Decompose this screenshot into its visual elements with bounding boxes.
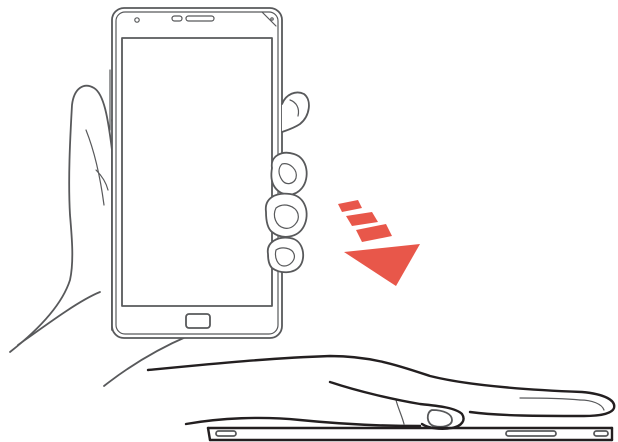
palm-underside: [184, 416, 422, 428]
arrow-stripe-3: [356, 224, 392, 242]
finger-3: [266, 236, 305, 274]
arrow-head: [344, 244, 420, 286]
knuckle-crease: [395, 399, 405, 425]
fingertip-line: [579, 399, 605, 411]
phone-front-icon: [109, 7, 283, 339]
arrow-stripe-1: [338, 200, 362, 212]
flip-arrow-icon: [338, 200, 420, 286]
arrow-stripe-2: [346, 212, 378, 226]
hand-back-outline: [146, 354, 616, 418]
finger-1: [270, 151, 308, 196]
gesture-illustration: [9, 7, 616, 442]
phone-side-slot-end: [593, 430, 609, 437]
phone-face-down-icon: [206, 426, 614, 442]
phone-side-slot-right: [505, 430, 557, 437]
thumbnail: [426, 409, 453, 428]
finger-top: [281, 91, 310, 133]
phone-body: [111, 7, 283, 339]
phone-side-slot-left: [215, 430, 237, 437]
finger-2: [264, 192, 308, 238]
forearm-outline: [103, 335, 189, 387]
finger-joint-line: [519, 397, 581, 401]
thumb-outline: [328, 380, 465, 430]
phone-left-edge: [206, 426, 212, 442]
wrist-outline: [9, 84, 113, 353]
flat-hand-icon: [146, 354, 616, 430]
